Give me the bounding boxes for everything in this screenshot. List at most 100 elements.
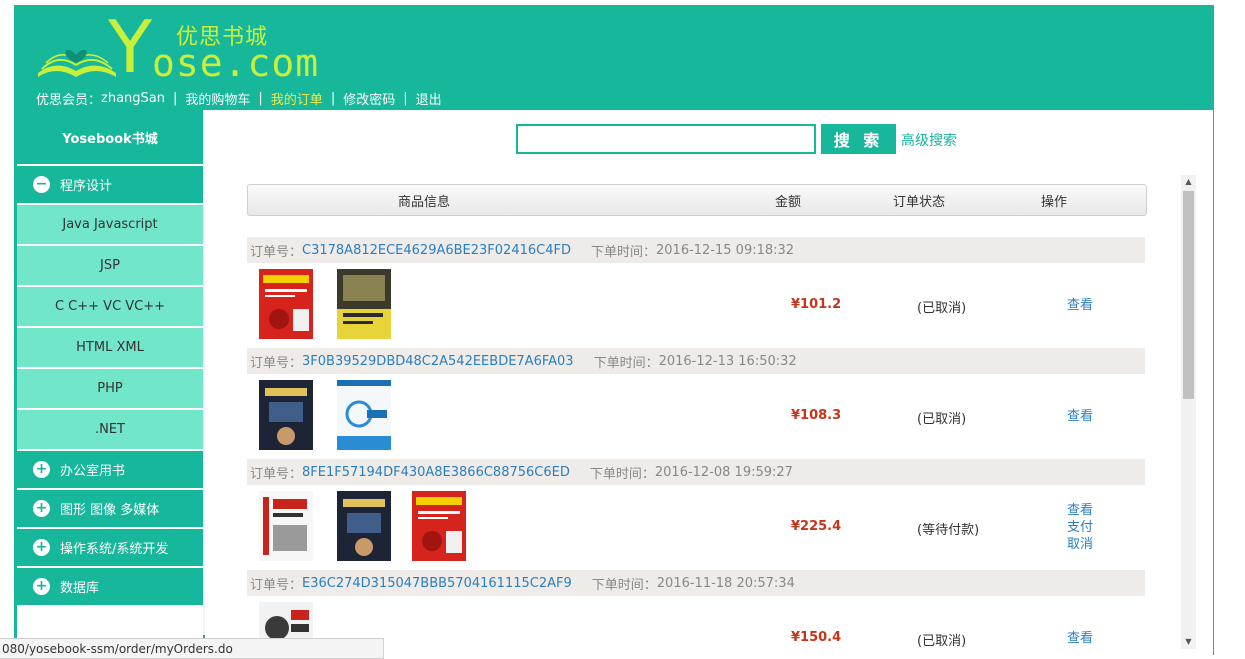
- category-label: 图形 图像 多媒体: [60, 503, 160, 518]
- search-input[interactable]: [516, 124, 816, 154]
- sidebar-title: Yosebook书城: [17, 110, 203, 166]
- site-logo[interactable]: Y 优思书城 ose.com: [34, 9, 318, 85]
- order-time-label: 下单时间：: [590, 244, 656, 260]
- order-body: ¥225.4 (等待付款) 查看 支付 取消: [247, 485, 1145, 570]
- top-navigation: 优思会员： zhangSan | 我的购物车 | 我的订单 | 修改密码 | 退…: [36, 88, 442, 108]
- category-sidebar: Yosebook书城 − 程序设计 Java Javascript JSP C …: [17, 110, 203, 655]
- pay-order-link[interactable]: 支付: [1067, 519, 1093, 536]
- order-row: 订单号： 3F0B39529DBD48C2A542EEBDE7A6FA03 下单…: [247, 348, 1145, 459]
- category-programming[interactable]: − 程序设计: [17, 166, 203, 205]
- scrollbar-thumb[interactable]: [1183, 191, 1194, 399]
- book-cover-image[interactable]: [337, 380, 391, 450]
- order-body: ¥101.2 (已取消) 查看: [247, 263, 1145, 348]
- order-time: 2016-12-13 16:50:32: [658, 353, 797, 369]
- subcategory-jsp[interactable]: JSP: [17, 246, 203, 287]
- order-id-link[interactable]: C3178A812ECE4629A6BE23F02416C4FD: [302, 243, 571, 258]
- nav-separator: |: [258, 90, 263, 106]
- order-status: (已取消): [917, 634, 967, 649]
- advanced-search-link[interactable]: 高级搜索: [901, 130, 957, 150]
- browser-status-url: 080/yosebook-ssm/order/myOrders.do: [0, 638, 384, 659]
- orders-table-header: 商品信息 金额 订单状态 操作: [247, 184, 1147, 216]
- book-cover-image[interactable]: [412, 491, 466, 561]
- order-actions: 查看: [1067, 297, 1093, 314]
- subcategory-php[interactable]: PHP: [17, 369, 203, 410]
- plus-circle-icon[interactable]: +: [33, 578, 50, 595]
- book-cover-image[interactable]: [259, 491, 313, 561]
- view-order-link[interactable]: 查看: [1067, 502, 1093, 519]
- main-scrollbar[interactable]: ▲ ▼: [1181, 175, 1196, 649]
- book-cover-image[interactable]: [337, 269, 391, 339]
- category-office[interactable]: + 办公室用书: [17, 451, 203, 490]
- order-status: (已取消): [917, 301, 967, 316]
- category-label: 办公室用书: [60, 464, 126, 479]
- category-label: 操作系统/系统开发: [60, 542, 169, 557]
- page-frame: Y 优思书城 ose.com 优思会员： zhangSan | 我的购物车 | …: [14, 5, 1214, 655]
- order-header: 订单号： 3F0B39529DBD48C2A542EEBDE7A6FA03 下单…: [247, 348, 1145, 374]
- order-actions: 查看: [1067, 408, 1093, 425]
- scroll-up-arrow-icon[interactable]: ▲: [1181, 175, 1196, 189]
- order-id-label: 订单号：: [250, 577, 303, 593]
- order-time-label: 下单时间：: [593, 355, 659, 371]
- order-body: ¥108.3 (已取消) 查看: [247, 374, 1145, 459]
- plus-circle-icon[interactable]: +: [33, 500, 50, 517]
- category-label: 程序设计: [60, 179, 113, 194]
- category-database[interactable]: + 数据库: [17, 568, 203, 607]
- nav-cart-link[interactable]: 我的购物车: [185, 89, 250, 108]
- main-content: 搜 索 高级搜索 商品信息 金额 订单状态 操作 订单号： C3178A812E…: [205, 110, 1213, 655]
- nav-separator: |: [403, 90, 408, 106]
- header-product: 商品信息: [398, 194, 451, 210]
- header-status: 订单状态: [893, 194, 946, 210]
- order-id-link[interactable]: 8FE1F57194DF430A8E3866C88756C6ED: [302, 465, 570, 480]
- order-row: 订单号： C3178A812ECE4629A6BE23F02416C4FD 下单…: [247, 237, 1145, 348]
- order-time-label: 下单时间：: [591, 577, 657, 593]
- order-header: 订单号： E36C274D315047BBB5704161115C2AF9 下单…: [247, 570, 1145, 596]
- cancel-order-link[interactable]: 取消: [1067, 536, 1093, 553]
- plus-circle-icon[interactable]: +: [33, 539, 50, 556]
- nav-separator: |: [173, 90, 178, 106]
- logo-english-name: ose.com: [152, 41, 320, 85]
- order-id-label: 订单号：: [250, 355, 303, 371]
- scroll-down-arrow-icon[interactable]: ▼: [1181, 635, 1196, 649]
- nav-change-password-link[interactable]: 修改密码: [343, 89, 395, 108]
- plus-circle-icon[interactable]: +: [33, 461, 50, 478]
- order-id-link[interactable]: 3F0B39529DBD48C2A542EEBDE7A6FA03: [302, 354, 574, 369]
- order-time: 2016-12-15 09:18:32: [656, 242, 795, 258]
- order-price: ¥108.3: [791, 408, 842, 423]
- nav-orders-link[interactable]: 我的订单: [271, 89, 323, 108]
- order-id-label: 订单号：: [250, 466, 303, 482]
- subcategory-c-cpp[interactable]: C C++ VC VC++: [17, 287, 203, 328]
- order-status: (等待付款): [917, 523, 980, 538]
- order-price: ¥101.2: [791, 297, 842, 312]
- category-os[interactable]: + 操作系统/系统开发: [17, 529, 203, 568]
- view-order-link[interactable]: 查看: [1067, 408, 1093, 425]
- username: zhangSan: [101, 90, 165, 106]
- order-time: 2016-11-18 20:57:34: [656, 575, 795, 591]
- order-price: ¥150.4: [791, 630, 842, 645]
- nav-separator: |: [330, 90, 336, 106]
- book-cover-image[interactable]: [259, 269, 313, 339]
- subcategory-html-xml[interactable]: HTML XML: [17, 328, 203, 369]
- book-cover-image[interactable]: [337, 491, 391, 561]
- order-status: (已取消): [917, 412, 967, 427]
- order-time: 2016-12-08 19:59:27: [654, 464, 793, 480]
- subcategory-dotnet[interactable]: .NET: [17, 410, 203, 451]
- view-order-link[interactable]: 查看: [1067, 630, 1093, 647]
- order-header: 订单号： 8FE1F57194DF430A8E3866C88756C6ED 下单…: [247, 459, 1145, 485]
- order-price: ¥225.4: [791, 519, 842, 534]
- order-id-link[interactable]: E36C274D315047BBB5704161115C2AF9: [302, 576, 572, 591]
- minus-circle-icon[interactable]: −: [33, 176, 50, 193]
- open-book-icon: [38, 49, 116, 77]
- book-cover-image[interactable]: [259, 380, 313, 450]
- header-amount: 金额: [775, 194, 802, 210]
- order-time-label: 下单时间：: [589, 466, 655, 482]
- order-actions: 查看: [1067, 630, 1093, 647]
- view-order-link[interactable]: 查看: [1067, 297, 1093, 314]
- subcategory-java-javascript[interactable]: Java Javascript: [17, 205, 203, 246]
- search-button[interactable]: 搜 索: [821, 124, 896, 154]
- order-id-label: 订单号：: [250, 244, 303, 260]
- member-label: 优思会员：: [36, 92, 102, 108]
- order-header: 订单号： C3178A812ECE4629A6BE23F02416C4FD 下单…: [247, 237, 1145, 263]
- category-label: 数据库: [60, 581, 100, 596]
- nav-logout-link[interactable]: 退出: [416, 89, 442, 108]
- category-graphics[interactable]: + 图形 图像 多媒体: [17, 490, 203, 529]
